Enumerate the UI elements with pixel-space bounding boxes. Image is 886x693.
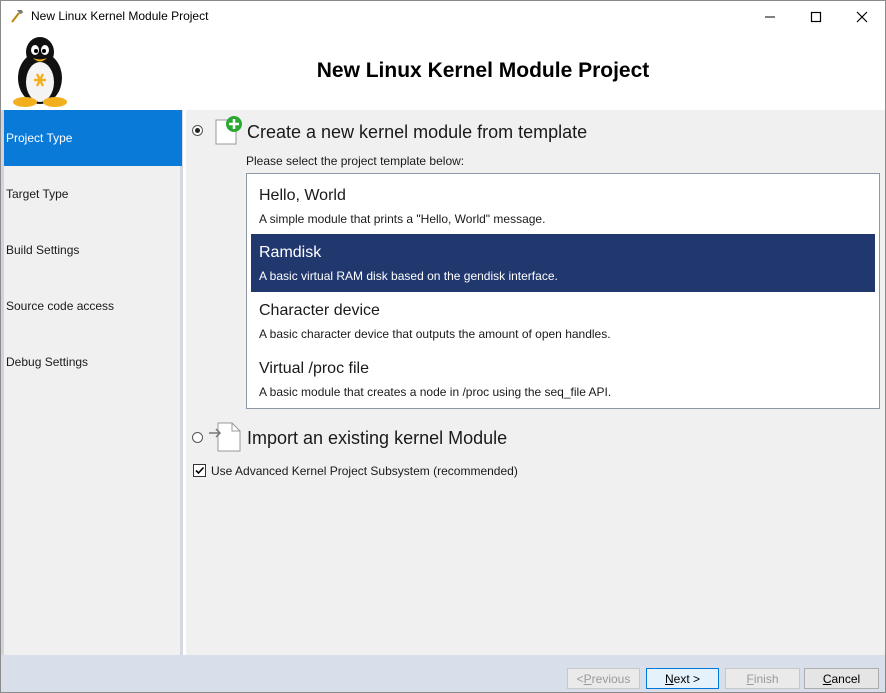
title-bar: New Linux Kernel Module Project	[1, 1, 885, 32]
wizard-footer: < Previous Next > Finish Cancel	[1, 655, 885, 692]
sidebar-item-label: Source code access	[6, 299, 115, 313]
template-description: A basic module that creates a node in /p…	[259, 385, 612, 399]
next-button[interactable]: Next >	[646, 668, 719, 689]
page-title: New Linux Kernel Module Project	[316, 59, 650, 82]
create-template-radio[interactable]	[192, 125, 203, 136]
button-hotkey: P	[583, 671, 592, 686]
template-title: Hello, World	[259, 187, 346, 204]
button-label: ancel	[831, 671, 861, 686]
sidebar-item-build-settings[interactable]: Build Settings	[4, 222, 182, 278]
finish-button[interactable]: Finish	[725, 668, 800, 689]
import-document-icon	[208, 419, 242, 456]
advanced-subsystem-checkbox[interactable]	[193, 464, 206, 477]
window-title: New Linux Kernel Module Project	[31, 9, 209, 23]
list-item[interactable]: Ramdisk A basic virtual RAM disk based o…	[251, 234, 875, 292]
sidebar-item-label: Build Settings	[6, 243, 80, 257]
template-title: Character device	[259, 302, 380, 319]
button-label: revious	[591, 671, 631, 686]
sidebar-item-label: Project Type	[6, 131, 73, 145]
template-description: A simple module that prints a "Hello, Wo…	[259, 212, 546, 226]
button-label: ext >	[673, 671, 701, 686]
wizard-content: Create a new kernel module from template…	[186, 110, 885, 655]
sidebar-item-label: Target Type	[6, 187, 69, 201]
advanced-subsystem-label[interactable]: Use Advanced Kernel Project Subsystem (r…	[211, 464, 518, 478]
template-description: A basic virtual RAM disk based on the ge…	[259, 269, 558, 283]
minimize-icon	[765, 16, 775, 17]
new-document-icon	[212, 114, 244, 149]
button-hotkey: N	[664, 671, 674, 686]
minimize-button[interactable]	[747, 1, 793, 32]
wizard-header: New Linux Kernel Module Project	[1, 32, 885, 110]
sidebar-item-source-code-access[interactable]: Source code access	[4, 278, 182, 334]
sidebar-item-debug-settings[interactable]: Debug Settings	[4, 334, 182, 390]
wizard-sidebar: Project Type Target Type Build Settings …	[1, 110, 183, 655]
close-icon	[856, 11, 868, 22]
button-hotkey: C	[822, 671, 832, 686]
sidebar-item-target-type[interactable]: Target Type	[4, 166, 182, 222]
cancel-button[interactable]: Cancel	[804, 668, 879, 689]
wizard-window: New Linux Kernel Module Project New Linu…	[0, 0, 886, 693]
previous-button[interactable]: < Previous	[567, 668, 640, 689]
template-title: Ramdisk	[259, 244, 322, 261]
maximize-icon	[810, 11, 822, 22]
list-item[interactable]: Virtual /proc file A basic module that c…	[251, 350, 875, 407]
list-item[interactable]: Hello, World A simple module that prints…	[251, 177, 875, 234]
close-button[interactable]	[839, 1, 885, 32]
button-label: <	[576, 671, 584, 686]
template-list[interactable]: Hello, World A simple module that prints…	[246, 173, 880, 409]
list-item[interactable]: Character device A basic character devic…	[251, 292, 875, 349]
button-label: inish	[753, 671, 779, 686]
maximize-button[interactable]	[793, 1, 839, 32]
template-description: A basic character device that outputs th…	[259, 327, 611, 341]
import-module-radio[interactable]	[192, 432, 203, 443]
create-template-label[interactable]: Create a new kernel module from template	[247, 122, 587, 143]
sidebar-item-label: Debug Settings	[6, 355, 89, 369]
import-module-label[interactable]: Import an existing kernel Module	[247, 428, 507, 449]
sidebar-item-project-type[interactable]: Project Type	[4, 110, 182, 166]
template-title: Virtual /proc file	[259, 360, 369, 377]
template-prompt: Please select the project template below…	[246, 154, 465, 168]
app-hammer-icon	[9, 8, 25, 24]
button-hotkey: F	[746, 671, 754, 686]
checkmark-icon	[195, 466, 205, 475]
